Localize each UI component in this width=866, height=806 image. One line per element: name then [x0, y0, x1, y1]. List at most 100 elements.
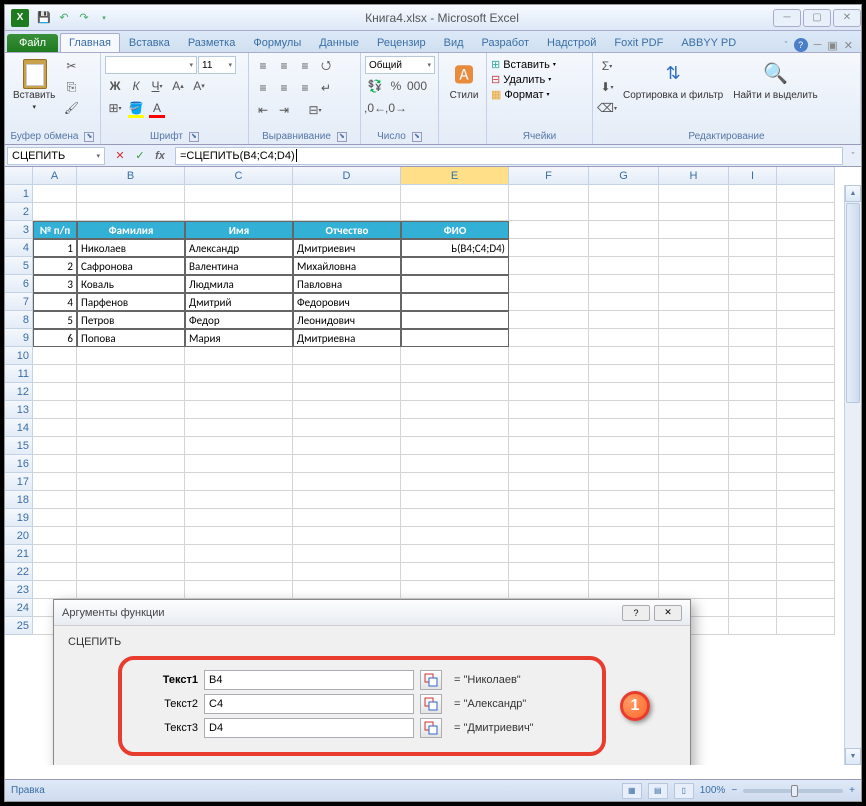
file-tab[interactable]: Файл [7, 34, 58, 52]
arg-input-text2[interactable] [204, 694, 414, 714]
view-layout-icon[interactable]: ▤ [648, 783, 668, 799]
row-header[interactable]: 22 [5, 563, 33, 581]
row-header[interactable]: 18 [5, 491, 33, 509]
zoom-out-icon[interactable]: − [731, 785, 737, 796]
cell[interactable]: Попова [77, 329, 185, 347]
cell[interactable] [729, 473, 777, 491]
cell[interactable] [777, 617, 835, 635]
cell[interactable]: 6 [33, 329, 77, 347]
fx-icon[interactable]: fx [151, 148, 169, 164]
cell[interactable] [659, 293, 729, 311]
cell[interactable] [659, 455, 729, 473]
cell[interactable] [659, 563, 729, 581]
cell[interactable] [589, 329, 659, 347]
align-center-icon[interactable]: ≡ [274, 78, 294, 98]
align-left-icon[interactable]: ≡ [253, 78, 273, 98]
styles-button[interactable]: 🅰 Стили [443, 56, 485, 103]
clipboard-launcher[interactable]: ⬊ [84, 132, 94, 142]
cell[interactable] [293, 509, 401, 527]
cell[interactable] [777, 401, 835, 419]
cell[interactable] [659, 383, 729, 401]
cell[interactable] [659, 329, 729, 347]
table-header[interactable]: Фамилия [77, 221, 185, 239]
cell[interactable] [33, 185, 77, 203]
zoom-percent[interactable]: 100% [700, 785, 726, 796]
increase-indent-icon[interactable]: ⇥ [274, 100, 294, 120]
shrink-font-icon[interactable]: A▾ [189, 76, 209, 96]
font-name-combo[interactable]: ▾ [105, 56, 197, 74]
tab-home[interactable]: Главная [60, 33, 120, 52]
cell[interactable] [401, 185, 509, 203]
align-middle-icon[interactable]: ≡ [274, 56, 294, 76]
cell[interactable]: Михайловна [293, 257, 401, 275]
tab-developer[interactable]: Разработ [473, 33, 538, 52]
cell[interactable] [589, 455, 659, 473]
table-header[interactable]: Отчество [293, 221, 401, 239]
minimize-button[interactable]: ─ [773, 9, 801, 27]
cell[interactable] [509, 221, 589, 239]
cell[interactable] [729, 401, 777, 419]
alignment-launcher[interactable]: ⬊ [337, 132, 347, 142]
cell[interactable] [777, 383, 835, 401]
row-header[interactable]: 13 [5, 401, 33, 419]
cell[interactable] [777, 563, 835, 581]
font-launcher[interactable]: ⬊ [189, 132, 199, 142]
cell[interactable] [509, 473, 589, 491]
cell[interactable] [185, 509, 293, 527]
cell[interactable] [589, 203, 659, 221]
cell[interactable] [77, 383, 185, 401]
cell[interactable] [509, 581, 589, 599]
cell[interactable] [185, 437, 293, 455]
view-normal-icon[interactable]: ▦ [622, 783, 642, 799]
cell[interactable] [77, 563, 185, 581]
row-header[interactable]: 8 [5, 311, 33, 329]
cell[interactable] [185, 401, 293, 419]
tab-insert[interactable]: Вставка [120, 33, 179, 52]
cut-icon[interactable]: ✂ [61, 56, 81, 76]
cell[interactable] [509, 455, 589, 473]
formula-enter-icon[interactable]: ✓ [131, 148, 149, 164]
cell[interactable]: Парфенов [77, 293, 185, 311]
cell[interactable]: Федорович [293, 293, 401, 311]
row-header[interactable]: 20 [5, 527, 33, 545]
cell[interactable] [659, 491, 729, 509]
cell[interactable] [293, 491, 401, 509]
cell[interactable] [777, 239, 835, 257]
cell[interactable] [659, 473, 729, 491]
vertical-scrollbar[interactable]: ▲ ▼ [844, 185, 861, 765]
range-select-button[interactable] [420, 670, 442, 690]
cell[interactable] [77, 545, 185, 563]
merge-icon[interactable]: ⊟▾ [295, 100, 335, 120]
cell[interactable] [33, 365, 77, 383]
cell[interactable]: Сафронова [77, 257, 185, 275]
row-header[interactable]: 1 [5, 185, 33, 203]
italic-icon[interactable]: К [126, 76, 146, 96]
font-color-icon[interactable]: A [147, 98, 167, 118]
cell[interactable]: 3 [33, 275, 77, 293]
comma-icon[interactable]: 000 [407, 76, 427, 96]
cell[interactable]: Павловна [293, 275, 401, 293]
cell[interactable] [293, 185, 401, 203]
row-header[interactable]: 6 [5, 275, 33, 293]
cell[interactable] [185, 581, 293, 599]
cell[interactable] [589, 383, 659, 401]
align-top-icon[interactable]: ≡ [253, 56, 273, 76]
cell[interactable] [509, 311, 589, 329]
cell[interactable] [33, 563, 77, 581]
select-all-corner[interactable] [5, 167, 33, 185]
cells-format-button[interactable]: ▦Формат▾ [491, 88, 550, 101]
scroll-up-arrow-icon[interactable]: ▲ [845, 185, 861, 202]
cell[interactable] [509, 275, 589, 293]
cell[interactable] [509, 437, 589, 455]
cell[interactable] [509, 419, 589, 437]
cell[interactable] [729, 383, 777, 401]
tab-formulas[interactable]: Формулы [244, 33, 310, 52]
row-header[interactable]: 24 [5, 599, 33, 617]
tab-addins[interactable]: Надстрой [538, 33, 605, 52]
close-button[interactable]: ✕ [833, 9, 861, 27]
row-header[interactable]: 7 [5, 293, 33, 311]
zoom-in-icon[interactable]: + [849, 785, 855, 796]
maximize-button[interactable]: ▢ [803, 9, 831, 27]
table-header[interactable]: Имя [185, 221, 293, 239]
find-select-button[interactable]: 🔍 Найти и выделить [729, 56, 821, 103]
